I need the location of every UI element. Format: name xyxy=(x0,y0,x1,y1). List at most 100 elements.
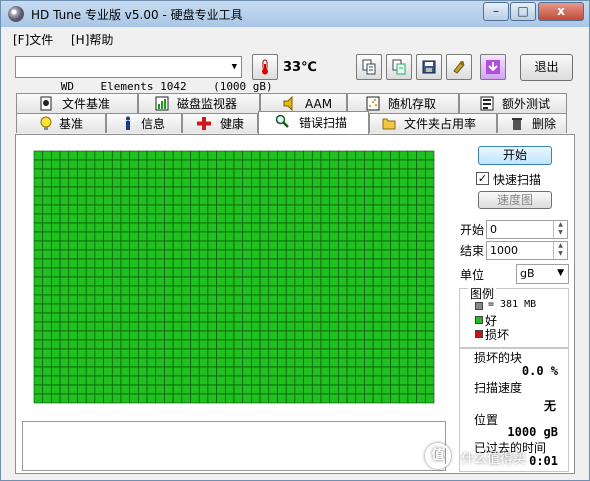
scan-block xyxy=(285,222,296,233)
scan-block xyxy=(268,321,278,332)
scan-block xyxy=(85,330,96,341)
scan-block xyxy=(346,240,357,251)
menu-file[interactable]: [F]文件 xyxy=(13,31,53,48)
temperature-button[interactable] xyxy=(252,54,278,80)
scan-block xyxy=(242,366,252,377)
speed-map-button[interactable]: 速度图 xyxy=(478,191,552,209)
save-button[interactable] xyxy=(416,54,442,80)
scan-block xyxy=(68,393,78,404)
scan-block xyxy=(42,357,52,368)
scan-block xyxy=(59,186,70,197)
scan-block xyxy=(277,186,287,197)
scan-block xyxy=(242,240,252,251)
scan-block xyxy=(372,249,383,260)
scan-block xyxy=(103,339,113,350)
download-button[interactable] xyxy=(480,54,506,80)
scan-block xyxy=(103,303,113,314)
scan-block xyxy=(138,276,148,287)
tab-aam[interactable]: AAM xyxy=(260,93,347,113)
scan-block xyxy=(59,222,70,233)
scan-block xyxy=(103,258,113,269)
scan-block xyxy=(372,330,383,341)
minimize-button[interactable]: – xyxy=(483,2,509,21)
scan-block xyxy=(398,330,409,341)
scan-block xyxy=(164,330,174,341)
scan-block xyxy=(198,258,209,269)
tab-extra-tests[interactable]: 额外测试 xyxy=(459,93,567,113)
scan-block xyxy=(138,159,148,170)
scan-block xyxy=(416,177,426,188)
start-scan-button[interactable]: 开始 xyxy=(478,146,552,165)
disk-monitor-icon xyxy=(155,96,169,111)
scan-block xyxy=(120,312,130,323)
scan-block xyxy=(416,249,426,260)
scan-block xyxy=(251,150,261,161)
exit-button[interactable]: 退出 xyxy=(520,54,573,81)
scan-block xyxy=(242,393,252,404)
maximize-button[interactable]: □ xyxy=(510,2,536,21)
scan-block xyxy=(251,258,261,269)
tab-random-access[interactable]: 随机存取 xyxy=(347,93,459,113)
scan-block xyxy=(416,258,426,269)
scan-block xyxy=(198,321,209,332)
scan-block xyxy=(155,276,165,287)
scan-block xyxy=(146,276,157,287)
scan-block xyxy=(146,213,157,224)
scan-block xyxy=(94,222,104,233)
scan-block xyxy=(59,375,70,386)
scan-block xyxy=(294,303,304,314)
scan-block xyxy=(129,195,139,206)
spinner-icon[interactable]: ▲ ▼ xyxy=(553,242,567,259)
scan-block xyxy=(146,321,157,332)
scan-block xyxy=(398,357,409,368)
scan-block xyxy=(364,366,374,377)
scan-block xyxy=(77,159,87,170)
scan-block xyxy=(416,267,426,278)
scan-block xyxy=(320,186,330,197)
tab-benchmark[interactable]: 基准 xyxy=(16,113,106,133)
scan-block xyxy=(311,294,322,305)
scan-block xyxy=(277,249,287,260)
scan-block xyxy=(146,330,157,341)
start-position-input[interactable]: 0 ▲ ▼ xyxy=(486,220,568,239)
scan-block xyxy=(329,267,339,278)
tab-error-scan[interactable]: 错误扫描 xyxy=(258,111,369,134)
menu-bar: [F]文件 [H]帮助 xyxy=(1,28,589,50)
scan-block xyxy=(424,168,435,179)
tab-file-benchmark[interactable]: 文件基准 xyxy=(16,93,138,113)
scan-block xyxy=(68,285,78,296)
scan-block xyxy=(277,375,287,386)
scan-block xyxy=(268,384,278,395)
scan-block xyxy=(164,159,174,170)
spinner-icon[interactable]: ▲ ▼ xyxy=(553,221,567,238)
scan-block xyxy=(138,330,148,341)
scan-block xyxy=(155,213,165,224)
scan-block xyxy=(190,258,200,269)
tab-folder-usage[interactable]: 文件夹占用率 xyxy=(369,113,497,133)
tab-info[interactable]: 信息 xyxy=(106,113,182,133)
copy-info-button[interactable] xyxy=(386,54,412,80)
scan-block xyxy=(68,168,78,179)
quick-scan-checkbox[interactable]: ✓ xyxy=(476,172,489,185)
scan-block xyxy=(94,204,104,215)
scan-block xyxy=(164,393,174,404)
options-button[interactable] xyxy=(446,54,472,80)
scan-block xyxy=(311,384,322,395)
scan-block xyxy=(172,285,183,296)
menu-help[interactable]: [H]帮助 xyxy=(71,31,113,48)
copy-text-button[interactable] xyxy=(356,54,382,80)
scan-block xyxy=(259,186,270,197)
end-position-input[interactable]: 1000 ▲ ▼ xyxy=(486,241,568,260)
position-label: 位置 xyxy=(474,413,499,427)
tab-health[interactable]: 健康 xyxy=(182,113,258,133)
close-button[interactable]: x xyxy=(538,2,584,21)
tab-erase[interactable]: 删除 xyxy=(497,113,567,133)
scan-block xyxy=(311,168,322,179)
scan-block xyxy=(277,222,287,233)
scan-block xyxy=(355,375,365,386)
drive-select[interactable]: WD Elements 1042 (1000 gB) ▼ xyxy=(15,56,273,93)
scan-block xyxy=(259,294,270,305)
unit-select[interactable]: gB ▼ xyxy=(516,264,569,284)
scan-block xyxy=(268,366,278,377)
tab-disk-monitor[interactable]: 磁盘监视器 xyxy=(138,93,260,113)
